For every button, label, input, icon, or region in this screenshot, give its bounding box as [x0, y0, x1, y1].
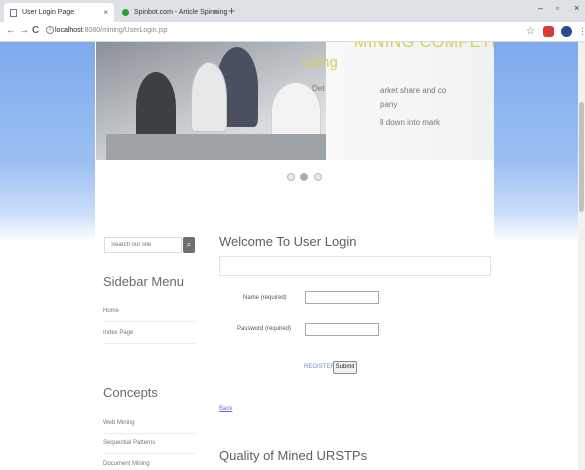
info-icon[interactable]: i — [46, 26, 54, 34]
minimize-button[interactable]: – — [538, 3, 543, 13]
submit-button[interactable]: Submit — [333, 361, 357, 374]
browser-tab-strip: User Login Page × Spinbot.com - Article … — [0, 0, 585, 22]
image-slider[interactable]: MINING COMPETITIVE STR using Det arket s… — [96, 42, 494, 160]
page-icon — [10, 9, 17, 17]
menu-icon[interactable]: ⋮ — [578, 26, 585, 37]
close-icon[interactable]: × — [213, 3, 218, 22]
new-tab-button[interactable]: + — [228, 3, 235, 19]
slide-text-line: Det — [312, 84, 325, 93]
background-left — [0, 42, 95, 242]
slide-text-line: ll down into mark — [380, 118, 441, 127]
spinbot-favicon-icon — [122, 9, 129, 16]
url-path: :8080/mining/UserLogin.jsp — [82, 27, 168, 34]
password-field[interactable] — [305, 323, 379, 336]
sidebar-menu-heading: Sidebar Menu — [103, 274, 184, 289]
message-strip — [219, 256, 491, 276]
page-title: Welcome To User Login — [219, 234, 357, 249]
magnifier-icon: ⌕ — [186, 240, 192, 249]
tab-spinbot[interactable]: Spinbot.com - Article Spinning × — [116, 3, 227, 22]
sidebar-item-home[interactable]: Home — [103, 308, 195, 322]
back-link[interactable]: Back — [219, 406, 232, 412]
slide-subtitle: using — [302, 54, 338, 71]
slide-text-line: pany — [380, 100, 398, 109]
person-shape — [136, 72, 176, 142]
sidebar-item-sequential-patterns[interactable]: Sequential Patterns — [103, 440, 195, 454]
section-title: Quality of Mined URSTPs — [219, 448, 368, 463]
tab-user-login-page[interactable]: User Login Page × — [4, 3, 114, 22]
slide-photo — [96, 42, 326, 160]
password-label: Password (required) — [237, 326, 292, 332]
background-right — [494, 42, 578, 242]
url-field[interactable]: localhost:8080/mining/UserLogin.jsp — [55, 27, 167, 34]
maximize-button[interactable]: ▫ — [556, 3, 559, 13]
scrollbar-thumb[interactable] — [579, 102, 584, 212]
concepts-heading: Concepts — [103, 385, 158, 400]
sidebar-item-document-mining[interactable]: Document Mining — [103, 461, 195, 470]
close-icon[interactable]: × — [103, 3, 108, 22]
sidebar-item-web-mining[interactable]: Web Mining — [103, 420, 195, 434]
window-close-button[interactable]: × — [574, 3, 579, 13]
slider-dots — [287, 168, 323, 186]
slider-dot[interactable] — [287, 173, 295, 181]
page-viewport: MINING COMPETITIVE STR using Det arket s… — [0, 42, 585, 470]
url-host: localhost — [55, 27, 83, 34]
slide-overlay — [326, 42, 494, 160]
extension-icon[interactable] — [543, 26, 554, 37]
search-button[interactable]: ⌕ — [183, 237, 195, 253]
person-shape — [191, 62, 227, 132]
table-shape — [106, 134, 326, 160]
tab-label: User Login Page — [22, 9, 75, 16]
back-arrow-icon[interactable]: ← — [6, 25, 16, 36]
name-field[interactable] — [305, 291, 379, 304]
address-bar: ← → C i localhost:8080/mining/UserLogin.… — [0, 22, 585, 42]
name-label: Name (required) — [243, 295, 287, 301]
profile-avatar-icon[interactable] — [561, 26, 572, 37]
slider-dot[interactable] — [313, 173, 322, 181]
search-input[interactable] — [104, 237, 182, 253]
bookmark-star-icon[interactable]: ☆ — [526, 26, 537, 37]
slider-dot-active[interactable] — [300, 173, 309, 181]
register-link[interactable]: REGISTER — [304, 364, 335, 370]
reload-icon[interactable]: C — [32, 25, 39, 36]
slide-title: MINING COMPETITIVE STR — [354, 42, 494, 51]
forward-arrow-icon[interactable]: → — [19, 25, 29, 36]
page-scrollbar[interactable] — [578, 42, 585, 470]
slide-text-line: arket share and co — [380, 86, 447, 95]
sidebar-item-index-page[interactable]: Index Page — [103, 330, 195, 344]
